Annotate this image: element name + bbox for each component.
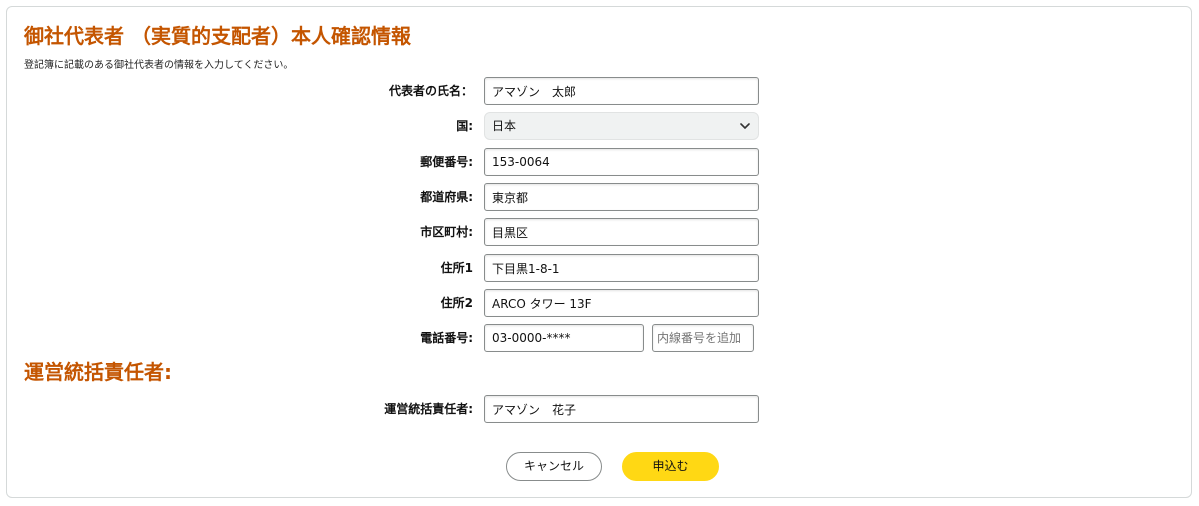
postal-code-input[interactable] [484, 148, 759, 176]
prefecture-row: 都道府県: [7, 183, 1193, 211]
address2-label: 住所2 [440, 296, 473, 310]
representative-name-row: 代表者の氏名： [7, 77, 1193, 105]
phone-row: 電話番号: [7, 324, 1193, 352]
prefecture-input[interactable] [484, 183, 759, 211]
operations-manager-row: 運営統括責任者: [7, 395, 1193, 423]
submit-button[interactable]: 申込む [622, 452, 719, 481]
address1-input[interactable] [484, 254, 759, 282]
phone-label: 電話番号: [420, 331, 473, 345]
operations-manager-label: 運営統括責任者: [384, 402, 473, 416]
page-title: 御社代表者 （実質的支配者）本人確認情報 [24, 24, 411, 48]
prefecture-label: 都道府県: [420, 190, 473, 204]
representative-name-label: 代表者の氏名： [388, 84, 473, 98]
country-row: 国: 日本 [7, 112, 1193, 140]
phone-input[interactable] [484, 324, 644, 352]
cancel-button[interactable]: キャンセル [506, 452, 602, 481]
address2-input[interactable] [484, 289, 759, 317]
chevron-down-icon [740, 113, 750, 139]
representative-name-input[interactable] [484, 77, 759, 105]
postal-code-label: 郵便番号: [420, 155, 473, 169]
form-card: 御社代表者 （実質的支配者）本人確認情報 登記簿に記載のある御社代表者の情報を入… [6, 6, 1192, 498]
page-subtitle: 登記簿に記載のある御社代表者の情報を入力してください。 [24, 60, 294, 71]
address1-label: 住所1 [440, 261, 473, 275]
address2-row: 住所2 [7, 289, 1193, 317]
address1-row: 住所1 [7, 254, 1193, 282]
phone-extension-input[interactable] [652, 324, 754, 352]
city-input[interactable] [484, 218, 759, 246]
city-row: 市区町村: [7, 218, 1193, 246]
country-selected-value: 日本 [492, 119, 517, 133]
postal-code-row: 郵便番号: [7, 148, 1193, 176]
country-label: 国: [456, 119, 473, 133]
operations-manager-input[interactable] [484, 395, 759, 423]
country-select[interactable]: 日本 [484, 112, 759, 140]
city-label: 市区町村: [420, 225, 473, 239]
operations-section-title: 運営統括責任者: [24, 360, 172, 384]
